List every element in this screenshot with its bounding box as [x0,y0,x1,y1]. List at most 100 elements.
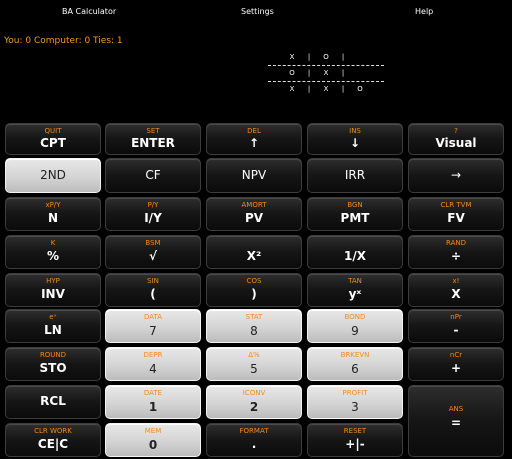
key-secondary-label: DEL [247,127,261,135]
board-row-1: X | O | [268,50,384,64]
square-key[interactable]: X² [206,235,302,269]
key-primary-label: FV [447,211,465,225]
power-key[interactable]: TAN yˣ [307,273,403,307]
down-arrow-key[interactable]: INS ↓ [307,123,403,155]
one-key[interactable]: DATE 1 [105,385,201,419]
key-secondary-label: K [50,239,56,247]
clear-key[interactable]: CLR WORK CE|C [5,423,101,457]
key-secondary-label: P/Y [147,201,159,209]
nine-key[interactable]: BOND 9 [307,309,403,343]
key-primary-label: % [46,249,60,263]
key-secondary-label: RESET [343,427,367,435]
iy-key[interactable]: P/Y I/Y [105,197,201,231]
key-secondary-label: RAND [446,239,466,247]
menu-bar: BA Calculator Settings Help [0,0,512,24]
eight-key[interactable]: STAT 8 [206,309,302,343]
board-row-2: O | X | [268,66,384,80]
key-primary-label: 6 [351,362,359,376]
second-key[interactable]: 2ND [5,158,101,193]
right-paren-key[interactable]: COS ) [206,273,302,307]
zero-key[interactable]: MEM 0 [105,423,201,457]
board-cell[interactable]: X [315,82,337,96]
key-secondary-label: Δ% [248,351,260,359]
board-row-3: X | X | O [268,82,384,96]
divide-key[interactable]: RAND ÷ [408,235,504,269]
key-primary-label: 7 [149,324,157,338]
plus-minus-key[interactable]: RESET +|- [307,423,403,457]
menu-ba-calculator[interactable]: BA Calculator [62,7,116,16]
board-cell[interactable]: X [281,82,303,96]
key-primary-label: 2 [249,400,259,414]
key-secondary-label: SET [146,127,160,135]
plus-key[interactable]: nCr + [408,347,504,381]
key-secondary-label: DATE [143,389,163,397]
decimal-key[interactable]: FORMAT . [206,423,302,457]
board-cell[interactable]: O [349,82,371,96]
key-secondary-label: CLR TVM [440,201,472,209]
three-key[interactable]: PROFIT 3 [307,385,403,419]
six-key[interactable]: BRKEVN 6 [307,347,403,381]
sto-key[interactable]: ROUND STO [5,347,101,381]
key-primary-label: INV [41,287,65,301]
reciprocal-key[interactable]: 1/X [307,235,403,269]
key-primary-label: ENTER [131,136,175,150]
key-primary-label: +|- [345,437,365,451]
key-secondary-label: INS [349,127,361,135]
pmt-key[interactable]: BGN PMT [307,197,403,231]
board-cell[interactable]: X [281,50,303,64]
key-secondary-label: BRKEVN [340,351,370,359]
key-primary-label: 4 [149,362,157,376]
minus-key[interactable]: nPr - [408,309,504,343]
multiply-key[interactable]: x! X [408,273,504,307]
fv-key[interactable]: CLR TVM FV [408,197,504,231]
visual-key[interactable]: ? Visual [408,123,504,155]
n-key[interactable]: xP/Y N [5,197,101,231]
key-secondary-label: COS [246,277,262,285]
pv-key[interactable]: AMORT PV [206,197,302,231]
board-cell[interactable]: X [315,66,337,80]
score-line: You: 0 Computer: 0 Ties: 1 [4,36,123,46]
up-arrow-key[interactable]: DEL ↑ [206,123,302,155]
key-secondary-label: DEPR [143,351,163,359]
four-key[interactable]: DEPR 4 [105,347,201,381]
tic-tac-toe-board: X | O | O | X | X | X | O [268,50,384,96]
key-secondary-label: x! [452,277,460,285]
equals-key[interactable]: ANS = [408,385,504,457]
left-paren-key[interactable]: SIN ( [105,273,201,307]
seven-key[interactable]: DATA 7 [105,309,201,343]
key-primary-label: yˣ [348,287,362,301]
key-primary-label: PMT [340,211,370,225]
key-secondary-label: ROUND [39,351,67,359]
rcl-key[interactable]: RCL [5,385,101,419]
key-secondary-label: ICONV [242,389,266,397]
npv-key[interactable]: NPV [206,158,302,193]
right-arrow-key[interactable]: → [408,158,504,193]
key-primary-label: PV [244,211,264,225]
menu-help[interactable]: Help [415,7,433,16]
key-primary-label: ↓ [349,136,361,150]
two-key[interactable]: ICONV 2 [206,385,302,419]
key-primary-label: I/Y [144,211,162,225]
cf-key[interactable]: CF [105,158,201,193]
key-primary-label: 0 [148,438,158,452]
key-primary-label: 2ND [40,167,66,182]
board-cell[interactable]: O [281,66,303,80]
key-secondary-label: ANS [448,405,464,413]
irr-key[interactable]: IRR [307,158,403,193]
ln-key[interactable]: eˣ LN [5,309,101,343]
key-primary-label: CPT [40,136,66,150]
sqrt-key[interactable]: BSM √ [105,235,201,269]
percent-key[interactable]: K % [5,235,101,269]
board-cell[interactable]: O [315,50,337,64]
five-key[interactable]: Δ% 5 [206,347,302,381]
key-primary-label: ( [150,287,156,301]
enter-key[interactable]: SET ENTER [105,123,201,155]
key-primary-label: RCL [40,394,66,408]
key-secondary-label: HYP [46,277,60,285]
menu-settings[interactable]: Settings [241,7,274,16]
key-secondary-label: PROFIT [342,389,368,397]
key-secondary-label: AMORT [241,201,267,209]
cpt-key[interactable]: QUIT CPT [5,123,101,155]
inv-key[interactable]: HYP INV [5,273,101,307]
key-primary-label: 9 [351,324,359,338]
